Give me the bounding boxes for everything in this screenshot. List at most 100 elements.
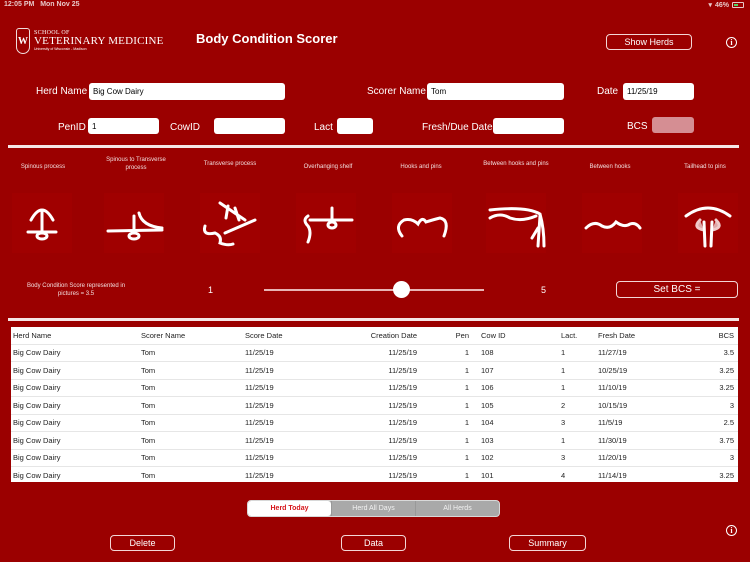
cell-pen: 1 (423, 343, 479, 362)
col-herd-name[interactable]: Herd Name (11, 327, 139, 344)
cell-fresh-date: 11/27/19 (596, 343, 668, 362)
cow-id-label: CowID (170, 122, 201, 133)
cell-cow-id: 101 (479, 466, 559, 482)
cell-herd-name: Big Cow Dairy (11, 431, 139, 449)
battery-percent: 46% (714, 1, 729, 9)
fresh-due-date-input[interactable] (493, 118, 564, 134)
cell-fresh-date: 11/30/19 (596, 431, 668, 449)
date-input[interactable] (623, 83, 694, 100)
logo-line2: VETERINARY MEDICINE (34, 35, 164, 48)
col-bcs[interactable]: BCS (668, 327, 738, 344)
cell-bcs: 3.25 (668, 378, 738, 397)
data-button[interactable]: Data (341, 535, 406, 551)
scores-table[interactable]: Herd Name Scorer Name Score Date Creatio… (11, 327, 738, 482)
cell-pen: 1 (423, 431, 479, 449)
cell-score-date: 11/25/19 (243, 343, 335, 362)
cell-cow-id: 107 (479, 361, 559, 379)
divider-bottom (8, 318, 739, 321)
cell-pen: 1 (423, 466, 479, 482)
cell-cow-id: 106 (479, 378, 559, 397)
cell-score-date: 11/25/19 (243, 396, 335, 414)
spinous-process-icon[interactable] (12, 193, 72, 253)
hooks-and-pins-icon[interactable] (392, 193, 452, 253)
table-row[interactable]: Big Cow Dairy Tom 11/25/19 11/25/19 1 106 1 11/… (11, 378, 738, 397)
cell-bcs: 3.75 (668, 431, 738, 449)
table-row[interactable]: Big Cow Dairy Tom 11/25/19 11/25/19 1 107 1 10/… (11, 361, 738, 379)
scorer-name-input[interactable] (427, 83, 564, 100)
pen-id-input[interactable] (88, 118, 159, 134)
set-bcs-button[interactable]: Set BCS = (616, 281, 738, 298)
cell-herd-name: Big Cow Dairy (11, 413, 139, 432)
bcs-input[interactable] (652, 117, 694, 133)
table-row[interactable]: Big Cow Dairy Tom 11/25/19 11/25/19 1 105 2 10/… (11, 396, 738, 414)
col-cow-id[interactable]: Cow ID (479, 327, 559, 344)
segment-herd-all-days[interactable]: Herd All Days (331, 501, 415, 516)
cell-creation-date: 11/25/19 (335, 378, 423, 397)
table-row[interactable]: Big Cow Dairy Tom 11/25/19 11/25/19 1 101 4 11/… (11, 466, 738, 482)
cell-herd-name: Big Cow Dairy (11, 396, 139, 414)
bcs-label: BCS (627, 121, 648, 132)
spinous-to-transverse-icon[interactable] (104, 193, 164, 253)
between-hooks-icon[interactable] (582, 193, 642, 253)
col-fresh-date[interactable]: Fresh Date (596, 327, 668, 344)
delete-button[interactable]: Delete (110, 535, 175, 551)
cell-cow-id: 104 (479, 413, 559, 432)
cell-lact: 1 (559, 431, 596, 449)
tailhead-to-pins-icon[interactable] (678, 193, 738, 253)
picture-label-overhanging-shelf: Overhanging shelf (303, 164, 353, 170)
battery-icon (732, 2, 744, 8)
cell-bcs: 3.5 (668, 343, 738, 362)
picture-label-transverse: Transverse process (203, 161, 257, 167)
cell-cow-id: 108 (479, 343, 559, 362)
table-row[interactable]: Big Cow Dairy Tom 11/25/19 11/25/19 1 104 3 11/… (11, 413, 738, 432)
col-score-date[interactable]: Score Date (243, 327, 335, 344)
cell-creation-date: 11/25/19 (335, 431, 423, 449)
info-icon[interactable]: i (726, 525, 737, 536)
cell-scorer-name: Tom (139, 448, 243, 467)
cell-herd-name: Big Cow Dairy (11, 466, 139, 482)
col-creation-date[interactable]: Creation Date (335, 327, 423, 344)
cell-lact: 2 (559, 396, 596, 414)
cow-id-input[interactable] (214, 118, 285, 134)
info-icon[interactable]: i (726, 37, 737, 48)
bcs-slider-track[interactable] (264, 289, 484, 291)
cell-herd-name: Big Cow Dairy (11, 378, 139, 397)
col-scorer-name[interactable]: Scorer Name (139, 327, 243, 344)
segment-herd-today[interactable]: Herd Today (248, 501, 331, 516)
crest-icon: W (16, 28, 30, 54)
between-hooks-and-pins-icon[interactable] (486, 193, 546, 253)
cell-pen: 1 (423, 413, 479, 432)
cell-bcs: 3 (668, 448, 738, 467)
cell-bcs: 2.5 (668, 413, 738, 432)
divider-top (8, 145, 739, 148)
cell-scorer-name: Tom (139, 343, 243, 362)
table-row[interactable]: Big Cow Dairy Tom 11/25/19 11/25/19 1 103 1 11/… (11, 431, 738, 449)
table-header-row: Herd Name Scorer Name Score Date Creatio… (11, 327, 738, 344)
bcs-slider-thumb[interactable] (393, 281, 410, 298)
picture-label-between-hooks-and-pins: Between hooks and pins (483, 161, 549, 167)
picture-label-tailhead-to-pins: Tailhead to pins (684, 164, 726, 170)
table-row[interactable]: Big Cow Dairy Tom 11/25/19 11/25/19 1 102 3 11/… (11, 448, 738, 467)
cell-scorer-name: Tom (139, 378, 243, 397)
cell-creation-date: 11/25/19 (335, 396, 423, 414)
herd-name-input[interactable] (89, 83, 285, 100)
col-pen[interactable]: Pen (423, 327, 479, 344)
picture-label-hooks-and-pins: Hooks and pins (400, 164, 442, 170)
overhanging-shelf-icon[interactable] (296, 193, 356, 253)
cell-scorer-name: Tom (139, 361, 243, 379)
cell-scorer-name: Tom (139, 413, 243, 432)
cell-herd-name: Big Cow Dairy (11, 448, 139, 467)
view-segmented-control: Herd Today Herd All Days All Herds (247, 500, 500, 517)
cell-lact: 3 (559, 413, 596, 432)
show-herds-button[interactable]: Show Herds (606, 34, 692, 50)
cell-scorer-name: Tom (139, 396, 243, 414)
summary-button[interactable]: Summary (509, 535, 586, 551)
cell-scorer-name: Tom (139, 466, 243, 482)
lact-input[interactable] (337, 118, 373, 134)
col-lact[interactable]: Lact. (559, 327, 596, 344)
cell-bcs: 3.25 (668, 466, 738, 482)
table-row[interactable]: Big Cow Dairy Tom 11/25/19 11/25/19 1 108 1 11/… (11, 343, 738, 362)
transverse-process-icon[interactable] (200, 193, 260, 253)
segment-all-herds[interactable]: All Herds (415, 501, 499, 516)
cell-cow-id: 102 (479, 448, 559, 467)
